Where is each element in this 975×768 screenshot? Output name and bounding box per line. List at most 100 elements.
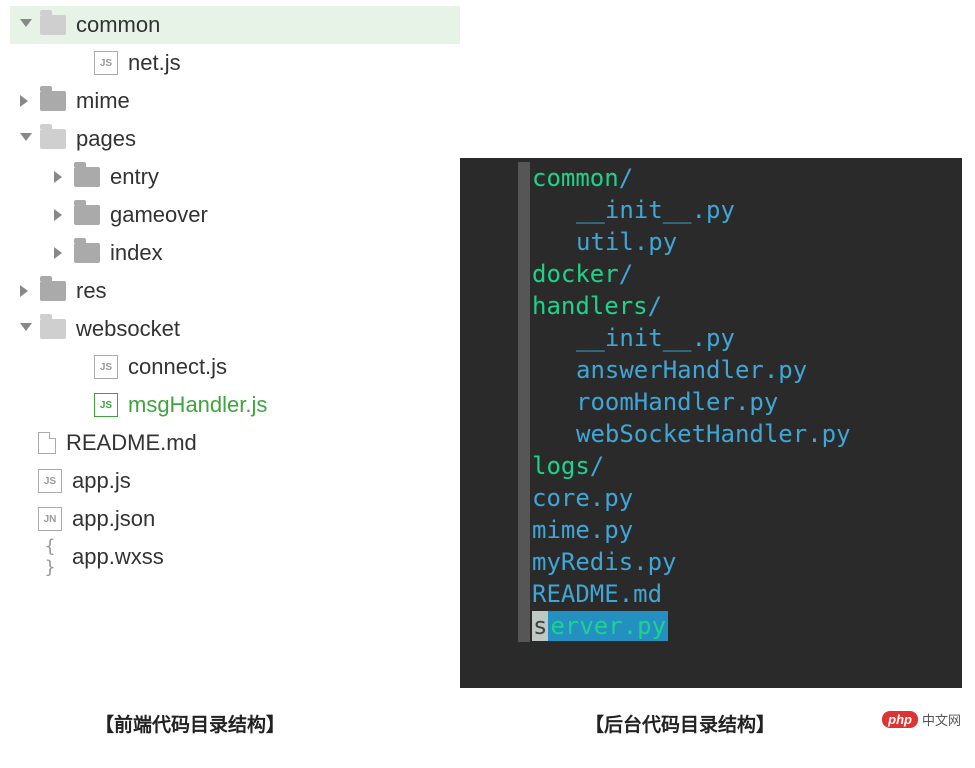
tree-item[interactable]: answerHandler.py [460,354,962,386]
tree-item-label: webSocketHandler.py [532,420,851,448]
folder-icon [74,205,100,225]
tree-item-label: mime.py [532,516,633,544]
tree-item[interactable]: handlers/ [460,290,962,322]
tree-item[interactable]: mime [10,82,460,120]
js-file-icon: JS [94,393,118,417]
tree-item-label: common [532,164,619,192]
braces-icon: { } [38,536,62,578]
tree-item[interactable]: JSnet.js [10,44,460,82]
tree-item-label: roomHandler.py [532,388,778,416]
tree-item-label: res [76,278,107,304]
caption-backend: 【后台代码目录结构】 [585,710,775,737]
tree-item[interactable]: __init__.py [460,322,962,354]
tree-item[interactable]: __init__.py [460,194,962,226]
tree-item[interactable]: JS msgHandler.js [10,386,460,424]
indent-rail [518,322,530,354]
tree-item[interactable]: util.py [460,226,962,258]
chevron-down-icon[interactable] [20,133,32,145]
chevron-right-icon[interactable] [54,209,66,221]
indent-rail [518,546,530,578]
tree-item[interactable]: roomHandler.py [460,386,962,418]
watermark-cn: 中文网 [922,710,961,729]
tree-item[interactable]: pages [10,120,460,158]
tree-item[interactable]: common/ [460,162,962,194]
js-file-icon: JS [94,355,118,379]
chevron-right-icon[interactable] [20,95,32,107]
tree-item-label: pages [76,126,136,152]
indent-rail [518,482,530,514]
slash: / [590,452,604,480]
tree-item[interactable]: websocket [10,310,460,348]
tree-item[interactable]: JS connect.js [10,348,460,386]
folder-icon [40,281,66,301]
chevron-down-icon[interactable] [498,302,512,311]
tree-item-label: answerHandler.py [532,356,807,384]
tree-item-label: gameover [110,202,208,228]
tree-item-label: app.wxss [72,544,164,570]
tree-item-label: index [110,240,163,266]
tree-item[interactable]: core.py [460,482,962,514]
indent-rail [518,418,530,450]
tree-item-label: myRedis.py [532,548,677,576]
tree-item[interactable]: mime.py [460,514,962,546]
jn-file-icon: JN [38,507,62,531]
indent-rail [518,258,530,290]
cursor-char: s [532,611,548,641]
chevron-down-icon[interactable] [20,19,32,31]
chevron-right-icon[interactable] [503,459,512,473]
tree-item[interactable]: README.md [460,578,962,610]
indent-rail [518,354,530,386]
tree-item-label: common [76,12,160,38]
indent-rail [518,226,530,258]
tree-item[interactable]: { } app.wxss [10,538,460,576]
tree-item-label: README.md [532,580,662,608]
chevron-right-icon[interactable] [20,285,32,297]
tree-item-label: core.py [532,484,633,512]
tree-item[interactable]: entry [10,158,460,196]
tree-item[interactable]: common [10,6,460,44]
file-icon [38,432,56,454]
frontend-tree[interactable]: common JSnet.js mime pages entry gameover inde… [0,0,460,576]
tree-item-label: app.js [72,468,131,494]
tree-item-label: handlers [532,292,648,320]
tree-item[interactable]: JNapp.json [10,500,460,538]
captions-row: 【前端代码目录结构】 【后台代码目录结构】 [0,710,975,737]
indent-rail [518,194,530,226]
tree-item-label: README.md [66,430,197,456]
indent-rail [518,514,530,546]
folder-icon [40,129,66,149]
tree-item-label: docker [532,260,619,288]
indent-rail [518,290,530,322]
tree-item[interactable]: JS app.js [10,462,460,500]
tree-item[interactable]: gameover [10,196,460,234]
tree-item-label: connect.js [128,354,227,380]
tree-item[interactable]: docker/ [460,258,962,290]
js-file-icon: JS [94,51,118,75]
folder-icon [40,15,66,35]
tree-item-label: logs [532,452,590,480]
chevron-right-icon[interactable] [54,247,66,259]
tree-item[interactable]: server.py [460,610,962,642]
folder-icon [40,319,66,339]
backend-tree[interactable]: common/__init__.pyutil.pydocker/handlers… [460,158,962,688]
tree-item[interactable]: res [10,272,460,310]
indent-rail [518,610,530,642]
js-file-icon: JS [38,469,62,493]
chevron-right-icon[interactable] [503,267,512,281]
tree-item[interactable]: index [10,234,460,272]
tree-item[interactable]: webSocketHandler.py [460,418,962,450]
watermark: php 中文网 [882,710,961,729]
chevron-down-icon[interactable] [498,174,512,183]
folder-icon [40,91,66,111]
chevron-right-icon[interactable] [54,171,66,183]
tree-item-label: mime [76,88,130,114]
tree-item[interactable]: myRedis.py [460,546,962,578]
tree-item[interactable]: README.md [10,424,460,462]
tree-item-label: util.py [532,228,677,256]
tree-item-label: msgHandler.js [128,392,267,418]
indent-rail [518,386,530,418]
slash: / [648,292,662,320]
chevron-down-icon[interactable] [20,323,32,335]
tree-item[interactable]: logs/ [460,450,962,482]
tree-item-label: entry [110,164,159,190]
